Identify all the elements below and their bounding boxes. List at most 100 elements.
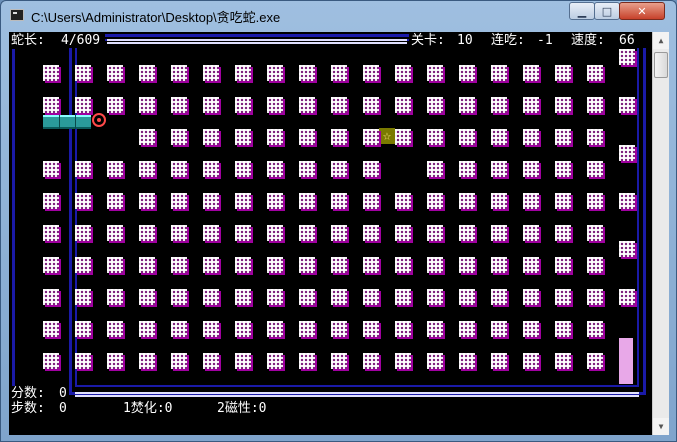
console-app-icon (10, 9, 24, 21)
pellet (75, 257, 91, 273)
pellet (395, 353, 411, 369)
pellet (363, 257, 379, 273)
pellet (363, 97, 379, 113)
pellet (331, 225, 347, 241)
score-value: 0 (59, 386, 67, 401)
pellet (395, 193, 411, 209)
pellet (139, 289, 155, 305)
pellet (171, 353, 187, 369)
combo-label: 连吃: (491, 33, 525, 48)
pellet (75, 289, 91, 305)
pellet (363, 321, 379, 337)
pellet (43, 353, 59, 369)
pellet (203, 353, 219, 369)
pellet (235, 225, 251, 241)
steps-label: 步数: (11, 401, 45, 416)
maximize-button[interactable]: □ (594, 2, 620, 20)
pellet (75, 193, 91, 209)
pellet (75, 65, 91, 81)
pellet (235, 353, 251, 369)
pellet (555, 257, 571, 273)
pellet (555, 193, 571, 209)
pellet (299, 129, 315, 145)
pellet (299, 65, 315, 81)
pellet (491, 65, 507, 81)
pellet (267, 161, 283, 177)
pellet (267, 65, 283, 81)
pellet (235, 193, 251, 209)
speed-label: 速度: (571, 33, 605, 48)
scroll-up-icon[interactable]: ▲ (653, 32, 669, 49)
pellet (43, 161, 59, 177)
pellet (43, 257, 59, 273)
pellet (555, 289, 571, 305)
pellet (171, 289, 187, 305)
title-bar[interactable]: C:\Users\Administrator\Desktop\贪吃蛇.exe ▁… (1, 1, 676, 31)
pellet (43, 289, 59, 305)
snake-segment-divider (59, 115, 60, 129)
pellet (299, 225, 315, 241)
pellet (203, 225, 219, 241)
pellet (299, 289, 315, 305)
pellet (267, 353, 283, 369)
pellet (43, 97, 59, 113)
close-button[interactable]: ✕ (619, 2, 665, 20)
footer-divider (75, 392, 639, 397)
snake-length-label: 蛇长: (11, 33, 45, 48)
pellet (203, 257, 219, 273)
pellet (235, 289, 251, 305)
pellet (267, 193, 283, 209)
pellet (523, 257, 539, 273)
pellet (139, 129, 155, 145)
pellet (587, 65, 603, 81)
pellet (395, 289, 411, 305)
scroll-down-icon[interactable]: ▼ (653, 418, 669, 435)
pellet (267, 257, 283, 273)
pellet (491, 193, 507, 209)
star-food-icon: ☆ (379, 128, 395, 144)
snake-length-value: 4/609 (61, 33, 101, 48)
pellet (299, 353, 315, 369)
pellet (523, 161, 539, 177)
pellet (331, 289, 347, 305)
pellet (171, 193, 187, 209)
pellet (363, 289, 379, 305)
pellet (203, 97, 219, 113)
game-console[interactable]: 蛇长: 4/609 关卡: 10 连吃: -1 速度: 66 ☆ 分数: 0 步… (9, 32, 652, 435)
pellet (107, 321, 123, 337)
pellet (491, 129, 507, 145)
pellet (523, 289, 539, 305)
pellet (171, 97, 187, 113)
app-window: C:\Users\Administrator\Desktop\贪吃蛇.exe ▁… (0, 0, 677, 442)
pellet (331, 193, 347, 209)
pellet (107, 353, 123, 369)
pellet (171, 65, 187, 81)
speed-value: 66 (619, 33, 635, 48)
pellet (75, 161, 91, 177)
minimize-button[interactable]: ▁ (569, 2, 595, 20)
pellet (523, 225, 539, 241)
pellet (203, 193, 219, 209)
vertical-scrollbar[interactable]: ▲ ▼ (652, 32, 669, 435)
pellet (491, 321, 507, 337)
pellet (427, 225, 443, 241)
pellet (139, 257, 155, 273)
pellet (459, 193, 475, 209)
pellet (363, 353, 379, 369)
pellet (459, 353, 475, 369)
pellet (619, 193, 635, 209)
pellet (171, 161, 187, 177)
pellet (555, 97, 571, 113)
pellet (459, 225, 475, 241)
pellet (491, 161, 507, 177)
pellet (139, 353, 155, 369)
level-label: 关卡: (411, 33, 445, 48)
pellet (331, 161, 347, 177)
pellet (555, 65, 571, 81)
snake-head-icon (92, 113, 106, 127)
scroll-thumb[interactable] (654, 52, 668, 78)
pellet (107, 65, 123, 81)
pellet (267, 129, 283, 145)
pellet (267, 321, 283, 337)
pellet (523, 65, 539, 81)
